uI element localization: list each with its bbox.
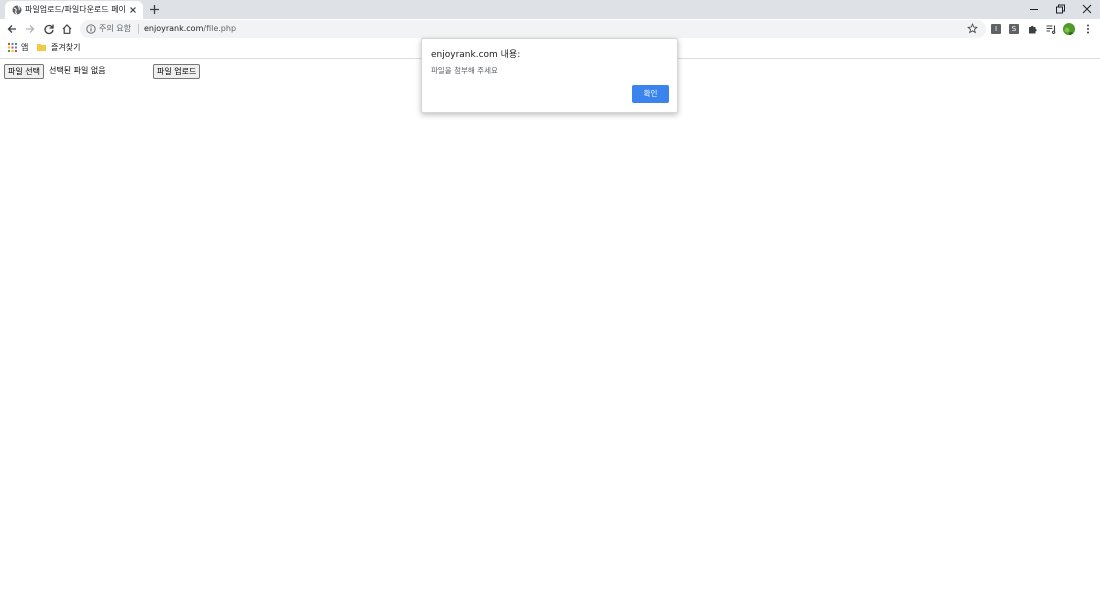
- url-host: enjoyrank.com: [144, 24, 204, 33]
- apps-grid-icon[interactable]: [8, 43, 17, 52]
- reading-list-icon[interactable]: [1045, 23, 1057, 35]
- globe-icon: [12, 5, 22, 15]
- tab-title: 파일업로드/파일다운로드 페이지: [25, 5, 125, 14]
- file-status-text: 선택된 파일 없음: [49, 66, 106, 75]
- url-path: /file.php: [203, 24, 237, 33]
- info-icon[interactable]: [86, 24, 96, 34]
- extension-i-icon[interactable]: I: [991, 24, 1001, 34]
- bookmark-star-icon[interactable]: [967, 23, 978, 34]
- new-tab-icon[interactable]: [149, 4, 160, 15]
- close-icon[interactable]: [128, 5, 138, 15]
- browser-window: 파일업로드/파일다운로드 페이지 주의 요함 enjoyrank.com/fil…: [0, 0, 1100, 602]
- tab-active[interactable]: 파일업로드/파일다운로드 페이지: [5, 1, 143, 19]
- dialog-ok-button[interactable]: 확인: [632, 85, 669, 103]
- bookmark-folder-label[interactable]: 즐겨찾기: [51, 42, 80, 53]
- url-text[interactable]: enjoyrank.com/file.php: [144, 23, 236, 35]
- alert-dialog: enjoyrank.com 내용: 파일을 첨부해 주세요 확인: [421, 38, 678, 113]
- forward-icon[interactable]: [24, 23, 36, 35]
- dialog-message: 파일을 첨부해 주세요: [431, 66, 498, 75]
- bookmark-apps-label[interactable]: 앱: [21, 42, 28, 53]
- address-bar[interactable]: 주의 요함 enjoyrank.com/file.php: [80, 20, 986, 38]
- reload-icon[interactable]: [43, 23, 55, 35]
- page-content: 파일 선택 선택된 파일 없음 파일 업로드: [0, 59, 1100, 602]
- folder-icon[interactable]: [37, 43, 46, 51]
- minimize-icon[interactable]: [1028, 3, 1040, 15]
- upload-button[interactable]: 파일 업로드: [153, 64, 201, 79]
- omnibox-divider: [138, 24, 139, 34]
- profile-avatar[interactable]: [1063, 23, 1075, 35]
- back-icon[interactable]: [6, 23, 18, 35]
- toolbar: 주의 요함 enjoyrank.com/file.php I S: [0, 19, 1100, 39]
- extension-s-icon[interactable]: S: [1009, 24, 1019, 34]
- dialog-title: enjoyrank.com 내용:: [431, 50, 521, 60]
- restore-icon[interactable]: [1054, 3, 1066, 15]
- more-menu-icon[interactable]: [1082, 23, 1094, 35]
- home-icon[interactable]: [61, 23, 73, 35]
- tab-strip: 파일업로드/파일다운로드 페이지: [0, 0, 1100, 19]
- window-close-icon[interactable]: [1081, 3, 1093, 15]
- security-warning-label[interactable]: 주의 요함: [99, 23, 131, 35]
- extensions-puzzle-icon[interactable]: [1027, 23, 1039, 35]
- choose-file-button[interactable]: 파일 선택: [4, 64, 44, 79]
